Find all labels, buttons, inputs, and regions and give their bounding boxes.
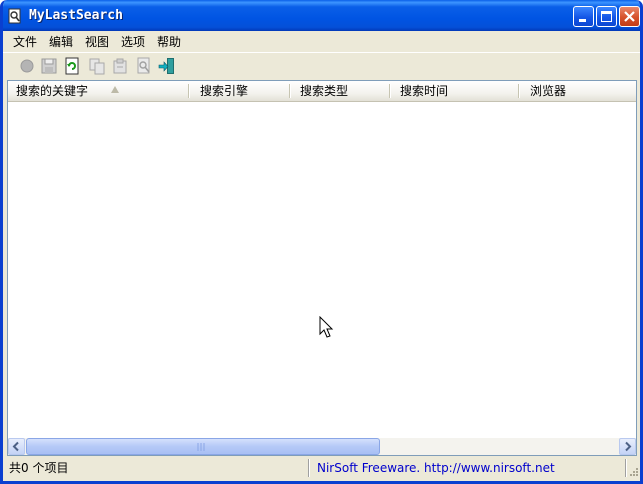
app-icon[interactable] xyxy=(7,8,23,24)
status-divider xyxy=(308,459,309,477)
nirsoft-link[interactable]: NirSoft Freeware. http://www.nirsoft.net xyxy=(313,458,613,479)
column-header-row: 搜索的关键字 搜索引擎 搜索类型 搜索时间 浏览器 xyxy=(8,81,636,102)
close-icon xyxy=(624,11,635,22)
menu-bar: 文件 编辑 视图 选项 帮助 xyxy=(3,31,640,51)
close-button[interactable] xyxy=(619,6,640,27)
column-header-browser[interactable]: 浏览器 xyxy=(522,81,636,101)
scrollbar-thumb[interactable] xyxy=(26,438,380,455)
resize-grip-icon[interactable] xyxy=(627,467,639,479)
status-bar: 共0 个项目 NirSoft Freeware. http://www.nirs… xyxy=(3,456,640,481)
menu-view[interactable]: 视图 xyxy=(85,34,109,50)
column-divider[interactable] xyxy=(389,84,390,98)
column-divider[interactable] xyxy=(188,84,189,98)
save-icon[interactable] xyxy=(40,57,58,75)
sort-ascending-icon xyxy=(111,86,119,93)
grip-icon xyxy=(197,443,205,451)
menu-help[interactable]: 帮助 xyxy=(157,34,181,50)
minimize-button[interactable] xyxy=(573,6,594,27)
column-divider[interactable] xyxy=(289,84,290,98)
scroll-left-button[interactable] xyxy=(8,438,25,455)
horizontal-scrollbar[interactable] xyxy=(8,438,636,455)
menu-file[interactable]: 文件 xyxy=(13,34,37,50)
copy-icon[interactable] xyxy=(88,57,106,75)
menu-edit[interactable]: 编辑 xyxy=(49,34,73,50)
exit-icon[interactable] xyxy=(158,57,176,75)
column-divider[interactable] xyxy=(518,84,519,98)
title-bar[interactable]: MyLastSearch xyxy=(3,0,640,31)
search-results-list[interactable]: 搜索的关键字 搜索引擎 搜索类型 搜索时间 浏览器 xyxy=(7,80,637,456)
properties-icon[interactable] xyxy=(111,57,129,75)
column-header-engine[interactable]: 搜索引擎 xyxy=(192,81,292,101)
toolbar xyxy=(3,52,640,80)
chevron-left-icon xyxy=(12,441,19,452)
record-icon[interactable] xyxy=(18,57,36,75)
refresh-icon[interactable] xyxy=(63,57,81,75)
chevron-right-icon xyxy=(625,441,632,452)
menu-options[interactable]: 选项 xyxy=(121,34,145,50)
status-divider xyxy=(625,459,626,477)
column-header-type[interactable]: 搜索类型 xyxy=(292,81,392,101)
column-header-time[interactable]: 搜索时间 xyxy=(392,81,518,101)
mouse-pointer-icon xyxy=(319,316,334,338)
app-window: MyLastSearch 文件 编辑 视图 选项 帮助 搜索的关键字 搜索引擎 … xyxy=(0,0,643,484)
column-header-keyword[interactable]: 搜索的关键字 xyxy=(8,81,188,101)
scroll-right-button[interactable] xyxy=(619,438,636,455)
find-icon[interactable] xyxy=(135,57,153,75)
window-title: MyLastSearch xyxy=(29,8,123,23)
list-body[interactable] xyxy=(8,102,636,438)
maximize-icon xyxy=(601,11,612,22)
item-count: 共0 个项目 xyxy=(9,461,69,475)
maximize-button[interactable] xyxy=(596,6,617,27)
minimize-icon xyxy=(579,19,586,22)
